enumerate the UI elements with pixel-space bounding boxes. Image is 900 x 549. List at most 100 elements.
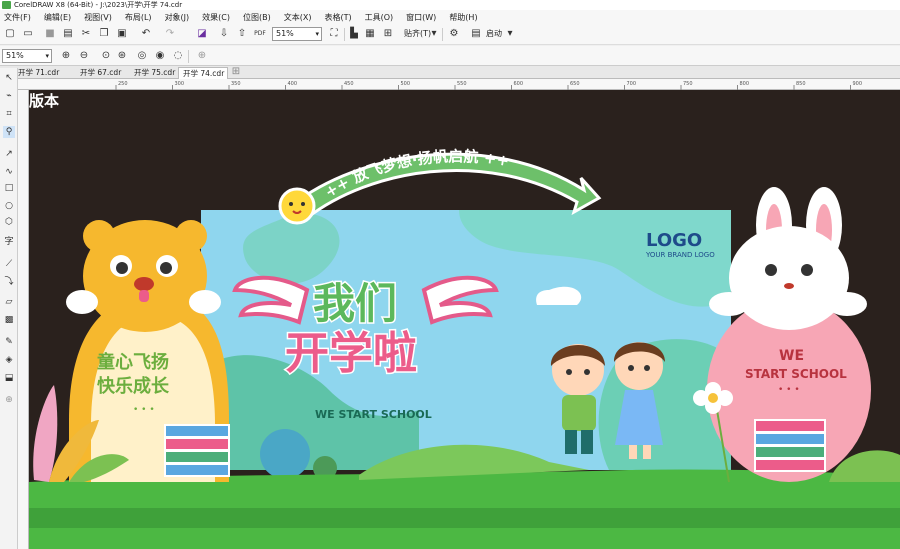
smart-fill-tool-icon[interactable]: ⬓: [3, 372, 15, 384]
menu-file[interactable]: 文件(F): [4, 12, 31, 23]
horizontal-ruler[interactable]: 250 300 350 400 450 500 550 600 650 700 750 800 850 9…: [18, 79, 900, 90]
ruler-tick-label: 550: [457, 81, 467, 87]
pick-tool-icon[interactable]: ↖: [3, 72, 15, 84]
menu-view[interactable]: 视图(V): [84, 12, 112, 23]
zoom-selected-icon[interactable]: ⊙: [100, 50, 112, 62]
ball-decoration: [260, 429, 310, 479]
new-document-icon[interactable]: ▢: [4, 28, 16, 40]
shape-tool-icon[interactable]: ⌁: [3, 90, 15, 102]
zoom-levels-combo[interactable]: 51% ▾: [2, 49, 52, 63]
show-rulers-icon[interactable]: ▙: [348, 28, 360, 40]
logo-subtitle: YOUR BRAND LOGO: [645, 251, 715, 259]
open-folder-icon[interactable]: ▭: [22, 28, 34, 40]
zoom-out-icon[interactable]: ⊖: [78, 50, 90, 62]
menu-edit[interactable]: 编辑(E): [44, 12, 71, 23]
artistic-media-tool-icon[interactable]: ∿: [3, 166, 15, 178]
zoom-in-icon[interactable]: ⊕: [60, 50, 72, 62]
property-bar: 51% ▾ ⊕ ⊖ ⊙ ⊛ ◎ ◉ ◌ ⊕: [0, 46, 900, 66]
menu-object[interactable]: 对象(J): [165, 12, 190, 23]
print-icon[interactable]: ▤: [62, 28, 74, 40]
separator: [344, 28, 345, 41]
menu-tools[interactable]: 工具(O): [365, 12, 394, 23]
zoom-tool-icon[interactable]: ⚲: [3, 126, 15, 138]
show-guidelines-icon[interactable]: ⊞: [382, 28, 394, 40]
star-mascot: [278, 187, 316, 225]
add-button-icon[interactable]: ⊕: [196, 50, 208, 62]
zoom-to-page-icon[interactable]: ◎: [136, 50, 148, 62]
redo-icon[interactable]: ↷: [164, 28, 176, 40]
new-tab-icon[interactable]: ⊞: [230, 66, 242, 78]
export-pdf-icon[interactable]: PDF: [254, 28, 266, 40]
corner-label: 版本: [29, 92, 59, 110]
tab-document-67[interactable]: 开学 67.cdr: [76, 67, 128, 79]
color-eyedropper-icon[interactable]: ✎: [3, 336, 15, 348]
right-dots: • • •: [778, 385, 800, 395]
headline-line-1: 我们: [313, 279, 397, 328]
connector-tool-icon[interactable]: ⤵: [3, 276, 15, 288]
ruler-tick-label: 350: [231, 81, 241, 87]
ruler-tick-label: 850: [796, 81, 806, 87]
menu-table[interactable]: 表格(T): [324, 12, 351, 23]
chevron-down-icon[interactable]: ▾: [428, 28, 440, 40]
ruler-tick-label: 750: [683, 81, 693, 87]
menu-layout[interactable]: 布局(L): [125, 12, 152, 23]
undo-icon[interactable]: ↶: [140, 28, 152, 40]
application-launcher-icon[interactable]: ▤: [470, 28, 482, 40]
drawing-canvas[interactable]: 版本 ++ 放飞梦想·扬帆启航 ++ LOGO YOUR BRAND LOGO …: [29, 90, 900, 549]
tab-document-71[interactable]: 开学 71.cdr: [14, 67, 72, 79]
crop-tool-icon[interactable]: ⌗: [3, 108, 15, 120]
zoom-level-combo[interactable]: 51% ▾: [272, 27, 322, 41]
tab-document-75[interactable]: 开学 75.cdr: [130, 67, 178, 79]
paste-icon[interactable]: ▣: [116, 28, 128, 40]
grass-stripe: [29, 508, 900, 528]
parallel-dimension-tool-icon[interactable]: ⟋: [3, 258, 15, 270]
drop-shadow-tool-icon[interactable]: ▱: [3, 296, 15, 308]
menu-text[interactable]: 文本(X): [284, 12, 312, 23]
separator: [188, 50, 189, 63]
left-text-line-2: 快乐成长: [97, 375, 170, 397]
menu-window[interactable]: 窗口(W): [406, 12, 436, 23]
show-grid-icon[interactable]: ▦: [364, 28, 376, 40]
transparency-tool-icon[interactable]: ▩: [3, 314, 15, 326]
ruler-tick-label: 250: [118, 81, 128, 87]
menu-effects[interactable]: 效果(C): [202, 12, 230, 23]
polygon-tool-icon[interactable]: ⬡: [3, 216, 15, 228]
ruler-tick-label: 450: [344, 81, 354, 87]
ruler-tick-label: 700: [627, 81, 637, 87]
chevron-down-icon[interactable]: ▾: [504, 28, 516, 40]
zoom-page-height-icon[interactable]: ◌: [172, 50, 184, 62]
options-gear-icon[interactable]: ⚙: [448, 28, 460, 40]
separator: [442, 28, 443, 41]
cut-icon[interactable]: ✂: [80, 28, 92, 40]
headline-line-2: 开学啦: [285, 328, 417, 379]
ruler-tick-label: 800: [740, 81, 750, 87]
launch-dropdown[interactable]: 启动: [486, 28, 502, 40]
copy-icon[interactable]: ❐: [98, 28, 110, 40]
tab-document-74[interactable]: 开学 74.cdr: [178, 67, 228, 79]
ruler-tick-label: 400: [288, 81, 298, 87]
chevron-down-icon: ▾: [45, 52, 49, 60]
left-text-line-1: 童心飞扬: [97, 351, 169, 373]
chevron-down-icon: ▾: [315, 30, 319, 38]
full-screen-icon[interactable]: ⛶: [328, 28, 340, 40]
text-tool-icon[interactable]: 字: [3, 236, 15, 248]
import-icon[interactable]: ⇩: [218, 28, 230, 40]
book-stack-right: [754, 419, 826, 472]
toolbox: ↖ ⌁ ⌗ ⚲ ↗ ∿ □ ○ ⬡ 字 ⟋ ⤵ ▱ ▩ ✎ ◈ ⬓ ⊕: [0, 68, 18, 549]
add-tool-icon[interactable]: ⊕: [3, 394, 15, 406]
menu-bitmaps[interactable]: 位图(B): [243, 12, 271, 23]
rectangle-tool-icon[interactable]: □: [3, 182, 15, 194]
vertical-ruler[interactable]: [18, 90, 29, 549]
standard-toolbar: ▢ ▭ ■ ▤ ✂ ❐ ▣ ↶ ↷ ◪ ⇩ ⇧ PDF 51% ▾ ⛶ ▙ ▦ …: [0, 24, 900, 45]
right-text-line-1: WE: [779, 348, 804, 364]
ruler-tick-label: 650: [570, 81, 580, 87]
zoom-page-width-icon[interactable]: ◉: [154, 50, 166, 62]
zoom-all-objects-icon[interactable]: ⊛: [116, 50, 128, 62]
menu-help[interactable]: 帮助(H): [449, 12, 477, 23]
save-icon[interactable]: ■: [44, 28, 56, 40]
export-icon[interactable]: ⇧: [236, 28, 248, 40]
ellipse-tool-icon[interactable]: ○: [3, 200, 15, 212]
interactive-fill-tool-icon[interactable]: ◈: [3, 354, 15, 366]
freehand-tool-icon[interactable]: ↗: [3, 148, 15, 160]
search-content-icon[interactable]: ◪: [196, 28, 208, 40]
